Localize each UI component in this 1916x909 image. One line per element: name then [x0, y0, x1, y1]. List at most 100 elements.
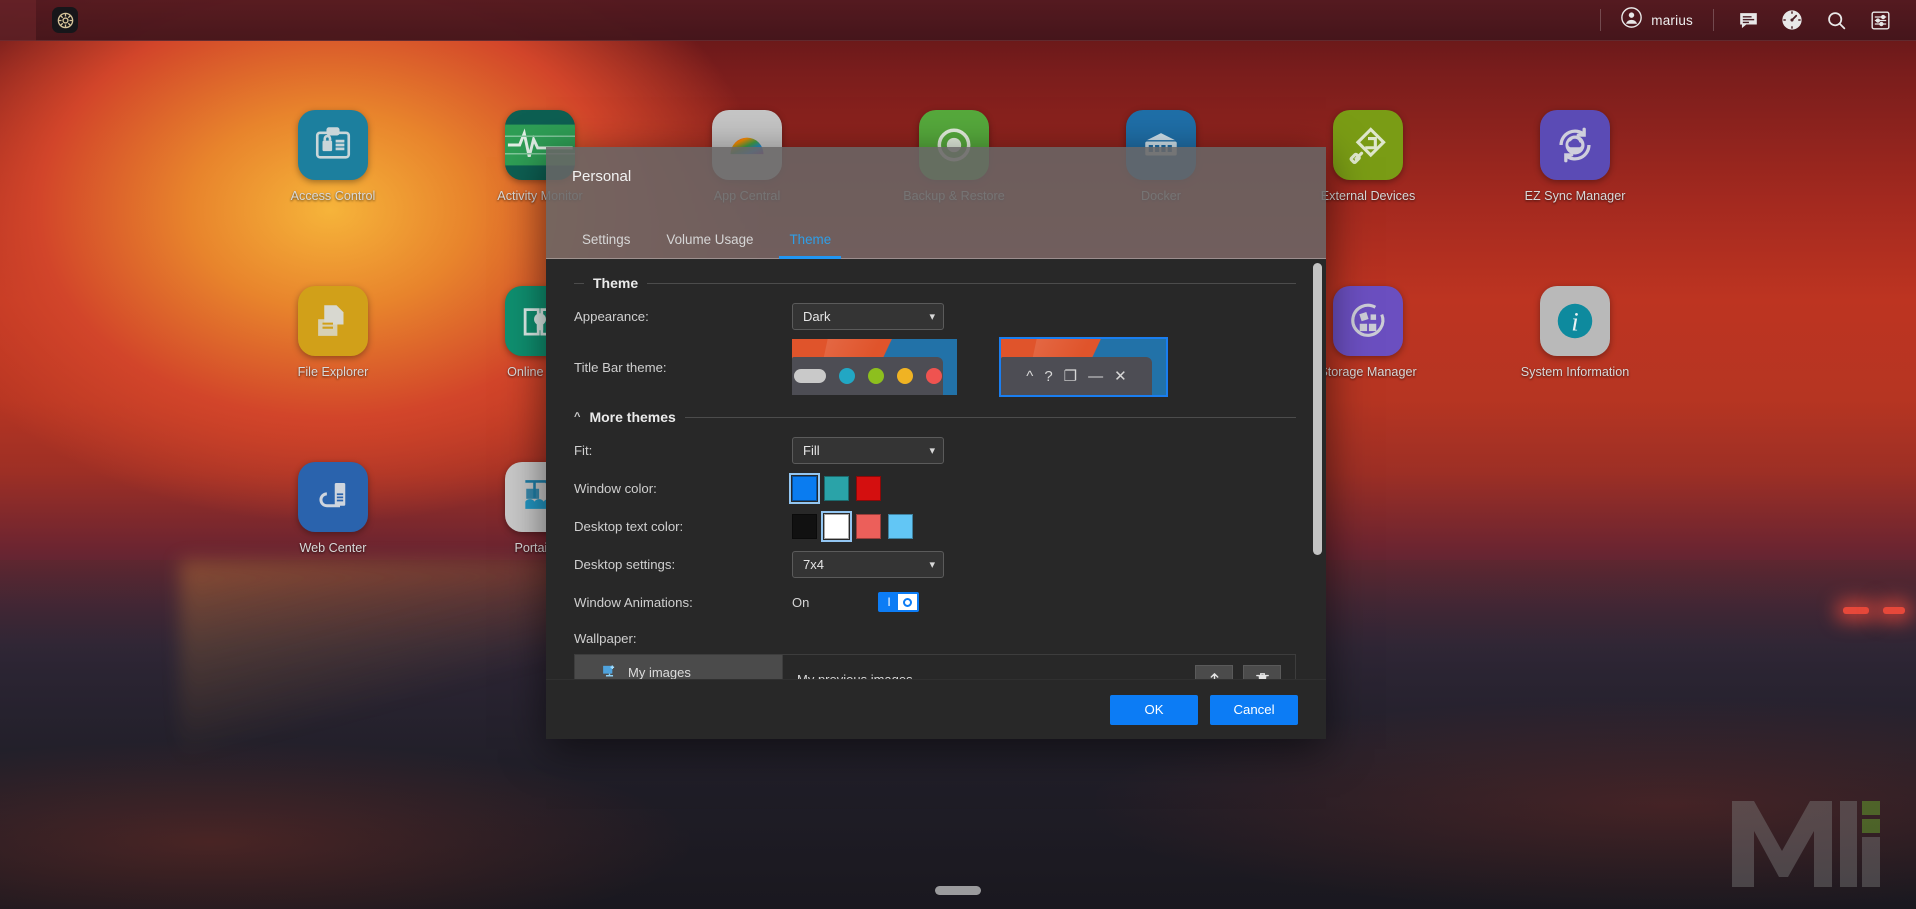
svg-text:i: i: [1571, 307, 1578, 337]
restore-icon: ❐: [1063, 367, 1078, 385]
desktop-settings-label: Desktop settings:: [574, 556, 676, 572]
pill-icon: [793, 369, 826, 383]
taillight-right: [1883, 607, 1905, 614]
dot-cyan-icon: [838, 368, 855, 384]
wallpaper-actions: [1195, 665, 1281, 679]
top-bar: marius: [0, 0, 1916, 41]
chevron-down-icon: ▾: [929, 444, 935, 457]
ok-button[interactable]: OK: [1110, 694, 1198, 725]
tab-settings[interactable]: Settings: [564, 220, 648, 258]
taillight-left: [1843, 607, 1869, 614]
delete-wallpaper-button[interactable]: [1243, 665, 1281, 679]
desktop-icon-label: System Information: [1520, 365, 1630, 379]
taskbar-handle[interactable]: [935, 886, 981, 895]
desktop-icon-label: Web Center: [299, 541, 367, 555]
title-bar-theme-row: Title Bar theme: ^ ? ❐ — ✕: [574, 337, 1296, 397]
control-panel-icon[interactable]: [1858, 0, 1902, 41]
user-menu-button[interactable]: marius: [1613, 7, 1701, 33]
chat-icon[interactable]: [1726, 0, 1770, 41]
text-color-swatch-salmon[interactable]: [856, 513, 881, 539]
close-icon: ✕: [1114, 367, 1127, 385]
desktop-icon-access-control[interactable]: Access Control: [258, 110, 408, 205]
web-center-icon: [298, 462, 368, 532]
text-color-swatch-black[interactable]: [792, 513, 817, 539]
dialog-scrollbar-thumb[interactable]: [1313, 263, 1322, 555]
desktop-glow: [180, 560, 600, 760]
top-bar-divider-2: [1713, 9, 1714, 31]
storage-manager-icon: [1333, 286, 1403, 356]
wallpaper-gallery: My previous images: [783, 655, 1295, 679]
desktop-icon-ez-sync-manager[interactable]: EZ Sync Manager: [1500, 110, 1650, 205]
appearance-label: Appearance:: [574, 308, 649, 324]
desktop-icon-label: Storage Manager: [1319, 365, 1417, 379]
dialog-body: Theme Appearance: Dark ▾ Title Bar theme…: [546, 259, 1326, 679]
chevron-down-icon: ▾: [929, 558, 935, 571]
dashboard-icon[interactable]: [1770, 0, 1814, 41]
chevron-down-icon: ▾: [929, 310, 935, 323]
preview-titlebar: ^ ? ❐ — ✕: [1001, 357, 1152, 395]
toggle-knob: [898, 594, 917, 610]
dialog-title-bar[interactable]: Personal: [546, 147, 1326, 220]
window-color-swatch-blue[interactable]: [789, 472, 820, 504]
ez-sync-icon: [1540, 110, 1610, 180]
desktop-settings-select[interactable]: 7x4 ▾: [792, 550, 944, 578]
wallpaper-source-label: My images: [628, 665, 691, 679]
desktop-settings-row: Desktop settings: 7x4 ▾: [574, 547, 1296, 581]
cancel-button[interactable]: Cancel: [1210, 694, 1298, 725]
more-themes-heading[interactable]: ^ More themes: [574, 409, 1296, 425]
toggle-on-icon: I: [887, 595, 891, 609]
tab-label: Settings: [582, 231, 631, 247]
desktop-icon-file-explorer[interactable]: File Explorer: [258, 286, 408, 381]
search-icon[interactable]: [1814, 0, 1858, 41]
text-color-swatch-white[interactable]: [821, 510, 852, 542]
wallpaper-panel: My images Default Images: [574, 654, 1296, 679]
desktop-icon-label: Access Control: [290, 189, 376, 203]
title-bar-theme-macos[interactable]: [792, 339, 957, 395]
desktop-icon-system-information[interactable]: i System Information: [1500, 286, 1650, 381]
section-title: More themes: [589, 409, 676, 425]
app-logo-button[interactable]: [36, 7, 78, 33]
window-animations-state: On: [792, 594, 810, 610]
dialog-tabs: Settings Volume Usage Theme: [546, 220, 1326, 259]
fit-label: Fit:: [574, 442, 593, 458]
wallpaper-source-my-images[interactable]: My images: [575, 655, 782, 679]
top-bar-divider-1: [1600, 9, 1602, 31]
fit-select[interactable]: Fill ▾: [792, 436, 944, 464]
upload-wallpaper-button[interactable]: [1195, 665, 1233, 679]
preview-titlebar: [792, 357, 943, 395]
personal-settings-dialog: Personal Settings Volume Usage Theme The…: [546, 147, 1326, 739]
appearance-value: Dark: [803, 308, 831, 324]
window-color-label: Window color:: [574, 480, 657, 496]
window-color-swatch-red[interactable]: [856, 475, 881, 501]
wallpaper-gallery-title: My previous images: [797, 672, 913, 679]
title-bar-theme-windows[interactable]: ^ ? ❐ — ✕: [999, 337, 1168, 397]
text-color-swatch-skyblue[interactable]: [888, 513, 913, 539]
desktop-text-color-swatches: [792, 510, 920, 542]
wallpaper-label: Wallpaper:: [574, 631, 637, 646]
section-title: Theme: [593, 275, 639, 291]
appearance-select[interactable]: Dark ▾: [792, 302, 944, 330]
help-icon: ?: [1044, 367, 1053, 385]
dot-red-icon: [925, 368, 942, 384]
file-explorer-icon: [298, 286, 368, 356]
desktop-text-color-row: Desktop text color:: [574, 509, 1296, 543]
desktop-settings-value: 7x4: [803, 556, 824, 572]
desktop-icon-web-center[interactable]: Web Center: [258, 462, 408, 557]
dot-green-icon: [867, 368, 884, 384]
window-color-swatch-teal[interactable]: [824, 475, 849, 501]
desktop-icon-label: File Explorer: [297, 365, 369, 379]
dialog-title: Personal: [572, 168, 632, 185]
tab-label: Theme: [789, 231, 832, 247]
tab-theme[interactable]: Theme: [771, 220, 849, 259]
chevron-up-icon: ^: [574, 411, 581, 423]
gear-icon: [52, 7, 78, 33]
tab-volume-usage[interactable]: Volume Usage: [648, 220, 771, 258]
access-control-icon: [298, 110, 368, 180]
window-animations-toggle[interactable]: I: [878, 592, 919, 612]
user-name-label: marius: [1651, 12, 1693, 28]
dialog-scroll-content: Theme Appearance: Dark ▾ Title Bar theme…: [546, 259, 1326, 679]
system-info-icon: i: [1540, 286, 1610, 356]
title-bar-theme-label: Title Bar theme:: [574, 359, 667, 375]
window-animations-control: On I: [792, 592, 919, 612]
wallpaper-source-list: My images Default Images: [575, 655, 783, 679]
